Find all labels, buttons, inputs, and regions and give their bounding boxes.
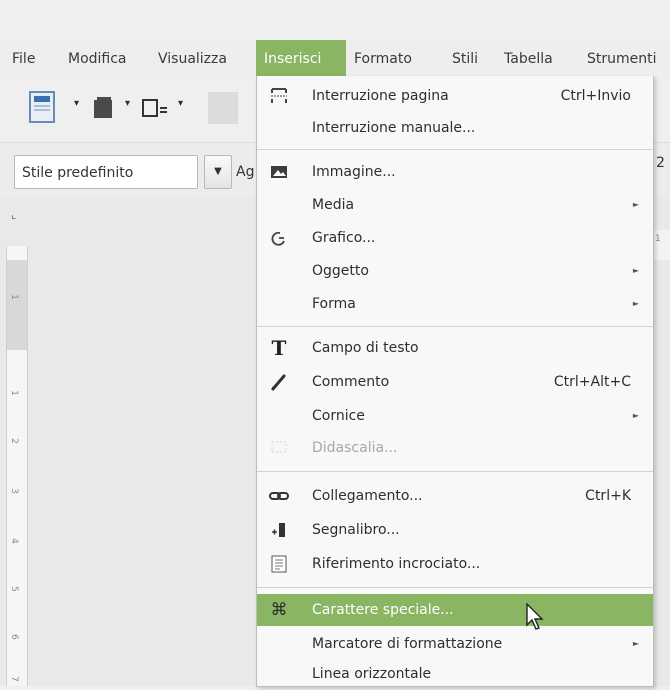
ruler-corner-icon: ⌞ <box>11 208 17 221</box>
templates-icon[interactable] <box>22 88 66 128</box>
menu-item-label: Grafico... <box>312 230 376 246</box>
image-icon <box>271 166 287 178</box>
menu-bar: File Modifica Visualizza Inserisci Forma… <box>0 40 670 78</box>
open-icon[interactable] <box>90 94 118 122</box>
menu-item-label: Collegamento... <box>312 488 423 504</box>
ruler-mark: 7 <box>8 676 19 682</box>
menu-item-label: Media <box>312 197 355 213</box>
menu-item-label: Interruzione manuale... <box>312 120 476 136</box>
menu-item-label: Cornice <box>312 408 365 424</box>
menu-tabella[interactable]: Tabella <box>496 40 561 78</box>
shortcut-label: Ctrl+Alt+C <box>553 374 631 390</box>
ruler-margin <box>7 260 27 350</box>
menu-file[interactable]: File <box>4 40 43 78</box>
pdf-export-icon[interactable] <box>202 88 246 128</box>
menu-item-formatting-mark[interactable]: Marcatore di formattazione ► <box>257 628 653 660</box>
text-field-icon: T <box>271 336 287 360</box>
menu-item-label: Immagine... <box>312 164 396 180</box>
insert-menu: Interruzione pagina Ctrl+Invio Interruzi… <box>256 76 654 687</box>
submenu-arrow-icon: ► <box>632 200 639 209</box>
ruler-mark: 5 <box>8 586 19 592</box>
paragraph-style-box[interactable]: Stile predefinito <box>14 155 198 189</box>
templates-dropdown-icon[interactable]: ▾ <box>74 98 79 109</box>
menu-item-label: Oggetto <box>312 263 369 279</box>
ruler-mark: 1 <box>655 234 661 244</box>
ruler-mark: 2 <box>8 438 19 444</box>
paragraph-style-dropdown-icon[interactable]: ▼ <box>204 155 232 189</box>
standard-toolbar: ▾ ▾ ▾ <box>0 78 260 138</box>
menu-item-label: Linea orizzontale <box>312 666 432 682</box>
menu-separator <box>257 587 653 588</box>
comment-pen-icon <box>271 374 286 391</box>
menu-item-page-break[interactable]: Interruzione pagina Ctrl+Invio <box>257 80 653 112</box>
menu-item-label: Riferimento incrociato... <box>312 556 481 572</box>
menu-item-text-field[interactable]: T Campo di testo <box>257 332 653 364</box>
cross-reference-icon <box>271 555 287 573</box>
bookmark-icon <box>272 523 285 537</box>
submenu-arrow-icon: ► <box>632 266 639 275</box>
ruler-mark: 1 <box>8 294 19 300</box>
ruler-mark: 4 <box>8 538 19 544</box>
menu-modifica[interactable]: Modifica <box>60 40 135 78</box>
menu-item-manual-break[interactable]: Interruzione manuale... <box>257 112 653 144</box>
menu-item-media[interactable]: Media ► <box>257 189 653 221</box>
hyperlink-icon <box>269 492 289 500</box>
font-name-box[interactable]: Ag <box>236 155 254 189</box>
menu-visualizza[interactable]: Visualizza <box>150 40 235 78</box>
save-icon[interactable] <box>140 94 170 122</box>
ruler-mark: 3 <box>8 488 19 494</box>
vertical-ruler: 1 1 2 3 4 5 6 7 <box>6 246 28 686</box>
menu-item-frame[interactable]: Cornice ► <box>257 400 653 432</box>
special-character-icon: ⌘ <box>270 600 288 620</box>
menu-item-label: Interruzione pagina <box>312 88 449 104</box>
menu-item-special-character[interactable]: ⌘ Carattere speciale... <box>257 594 653 626</box>
submenu-arrow-icon: ► <box>632 639 639 648</box>
menu-item-object[interactable]: Oggetto ► <box>257 255 653 287</box>
save-dropdown-icon[interactable]: ▾ <box>178 98 183 109</box>
shortcut-label: Ctrl+Invio <box>560 88 631 104</box>
menu-item-label: Carattere speciale... <box>312 602 454 618</box>
menu-separator <box>257 149 653 150</box>
menu-item-horizontal-line[interactable]: Linea orizzontale <box>257 658 653 690</box>
menu-item-bookmark[interactable]: Segnalibro... <box>257 514 653 546</box>
menu-item-chart[interactable]: Grafico... <box>257 222 653 254</box>
menu-item-image[interactable]: Immagine... <box>257 156 653 188</box>
menu-item-label: Commento <box>312 374 390 390</box>
page-break-icon <box>271 88 287 103</box>
menu-item-shape[interactable]: Forma ► <box>257 288 653 320</box>
menu-item-label: Segnalibro... <box>312 522 400 538</box>
menu-item-caption: Didascalia... <box>257 432 653 464</box>
menu-formato[interactable]: Formato <box>346 40 420 78</box>
menu-item-cross-reference[interactable]: Riferimento incrociato... <box>257 548 653 580</box>
caption-icon <box>271 441 287 453</box>
submenu-arrow-icon: ► <box>632 411 639 420</box>
menu-item-hyperlink[interactable]: Collegamento... Ctrl+K <box>257 480 653 512</box>
menu-stili[interactable]: Stili <box>444 40 486 78</box>
menu-item-label: Forma <box>312 296 356 312</box>
menu-item-label: Campo di testo <box>312 340 419 356</box>
font-size-box[interactable]: 2 <box>656 155 665 171</box>
menu-strumenti[interactable]: Strumenti <box>579 40 665 78</box>
menu-item-label: Didascalia... <box>312 440 398 456</box>
shortcut-label: Ctrl+K <box>585 488 631 504</box>
mouse-cursor-icon <box>526 603 544 630</box>
menu-inserisci[interactable]: Inserisci <box>256 40 346 78</box>
ruler-mark: 1 <box>8 390 19 396</box>
chart-icon <box>271 231 285 246</box>
menu-separator <box>257 326 653 327</box>
menu-item-comment[interactable]: Commento Ctrl+Alt+C <box>257 366 653 398</box>
submenu-arrow-icon: ► <box>632 299 639 308</box>
open-dropdown-icon[interactable]: ▾ <box>125 98 130 109</box>
menu-item-label: Marcatore di formattazione <box>312 636 503 652</box>
menu-separator <box>257 471 653 472</box>
ruler-mark: 6 <box>8 634 19 640</box>
